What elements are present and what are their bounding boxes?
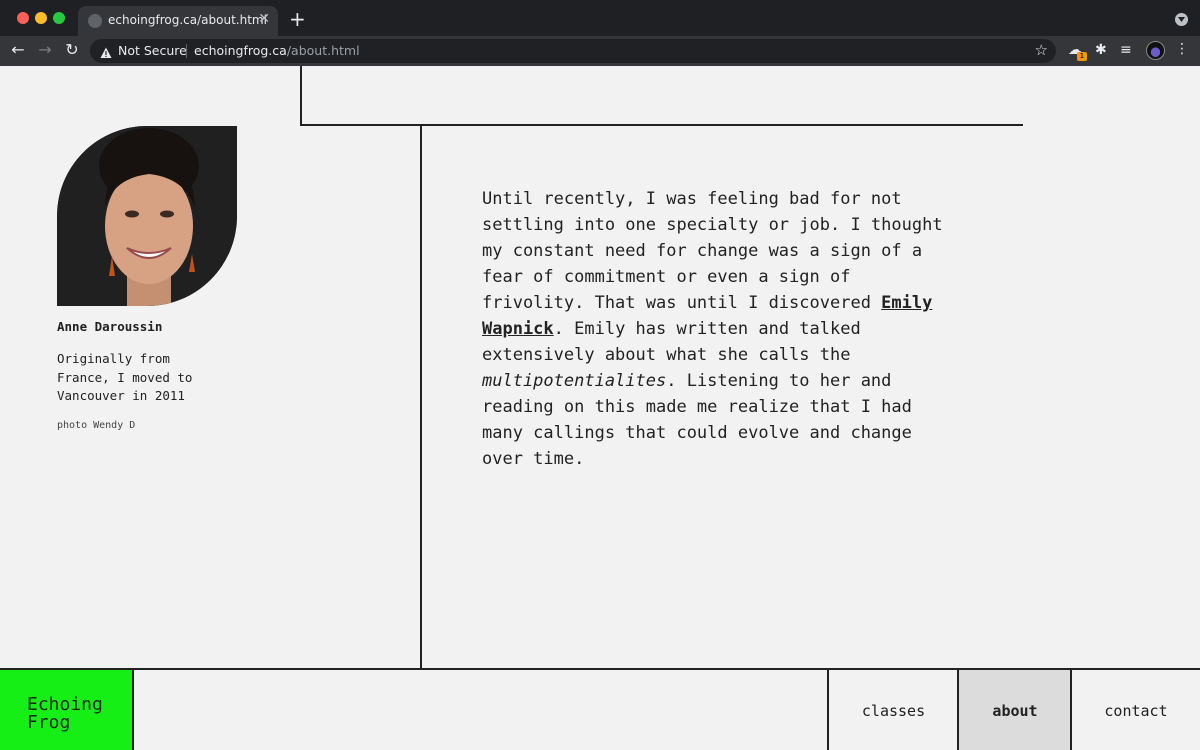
maximize-window-button[interactable] — [53, 12, 65, 24]
about-paragraph: Until recently, I was feeling bad for no… — [482, 186, 962, 472]
about-emphasis: multipotentialites — [482, 371, 667, 391]
person-name: Anne Daroussin — [57, 319, 163, 334]
footer-nav: Echoing Frog classes about contact — [0, 668, 1200, 750]
profile-avatar[interactable] — [1146, 41, 1165, 60]
address-divider — [186, 44, 187, 58]
portrait-photo — [57, 126, 237, 306]
nav-about[interactable]: about — [957, 670, 1071, 750]
globe-icon — [88, 14, 102, 28]
minimize-window-button[interactable] — [35, 12, 47, 24]
back-arrow-icon[interactable]: ← — [8, 40, 28, 59]
photo-credit: photo Wendy D — [57, 420, 136, 431]
web-page: Anne Daroussin Originally from France, I… — [0, 66, 1200, 750]
browser-tab-bar: echoingfrog.ca/about.html ✕ + — [0, 0, 1200, 36]
more-menu-icon[interactable]: ⋮ — [1175, 41, 1189, 57]
warning-icon — [100, 44, 112, 63]
logo-link[interactable]: Echoing Frog — [0, 670, 134, 750]
about-text-part: Until recently, I was feeling bad for no… — [482, 189, 943, 313]
puzzle-extensions-icon[interactable]: ✱ — [1095, 42, 1107, 58]
new-tab-icon[interactable]: + — [289, 7, 306, 31]
divider-line — [300, 124, 1023, 126]
browser-tab[interactable]: echoingfrog.ca/about.html ✕ — [78, 6, 278, 36]
url-path: /about.html — [286, 43, 360, 58]
bookmark-star-icon[interactable]: ☆ — [1035, 41, 1048, 59]
url-text[interactable]: echoingfrog.ca/about.html — [194, 43, 360, 58]
logo-text: Echoing Frog — [27, 694, 103, 733]
tab-title: echoingfrog.ca/about.html — [108, 13, 267, 27]
media-controls-icon[interactable]: ≡ — [1120, 42, 1132, 58]
browser-toolbar: ← → ↻ Not Secure echoingfrog.ca/about.ht… — [0, 36, 1200, 66]
nav-contact[interactable]: contact — [1070, 670, 1200, 750]
nav-classes[interactable]: classes — [827, 670, 958, 750]
divider-line — [300, 66, 302, 126]
reload-icon[interactable]: ↻ — [62, 40, 82, 59]
close-tab-icon[interactable]: ✕ — [258, 11, 270, 27]
divider-line — [420, 124, 422, 670]
person-bio: Originally from France, I moved to Vanco… — [57, 351, 193, 403]
extension-badge: 1 — [1077, 52, 1087, 61]
security-label[interactable]: Not Secure — [118, 43, 187, 58]
close-window-button[interactable] — [17, 12, 29, 24]
tab-search-icon[interactable] — [1175, 13, 1188, 26]
url-host: echoingfrog.ca — [194, 43, 287, 58]
forward-arrow-icon[interactable]: → — [35, 40, 55, 59]
address-bar[interactable]: Not Secure echoingfrog.ca/about.html ☆ — [90, 39, 1056, 63]
